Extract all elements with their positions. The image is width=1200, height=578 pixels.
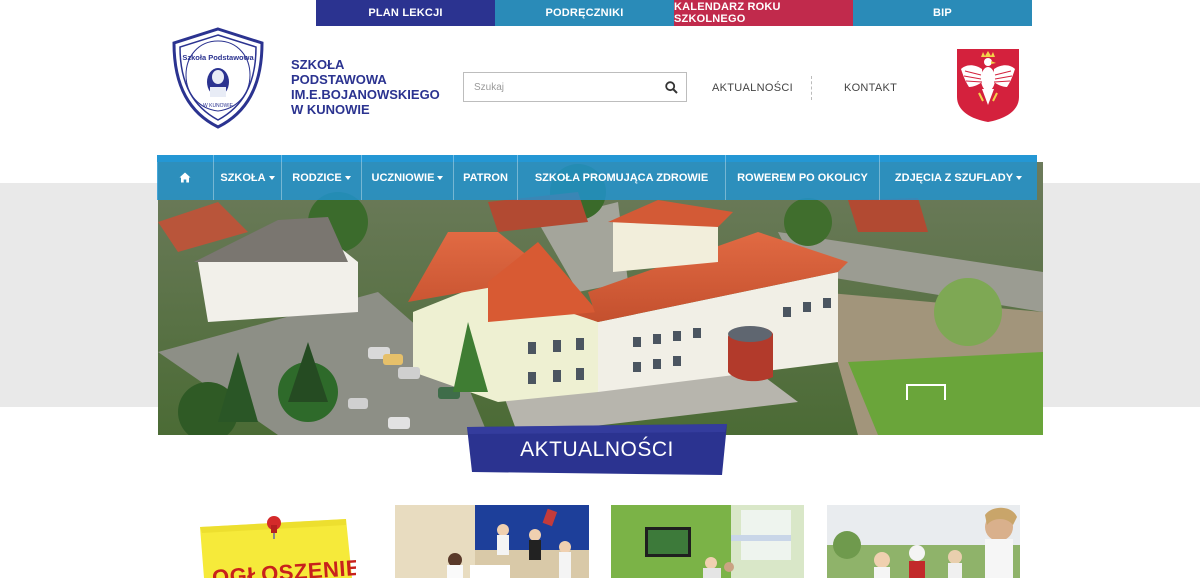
header-links: AKTUALNOŚCI KONTAKT [712,76,897,100]
search-button[interactable] [656,73,686,101]
nav-patron-label: PATRON [463,171,508,184]
news-thumbnail-4[interactable] [827,505,1020,578]
polish-eagle-emblem [957,49,1019,122]
plan-lekcji-link[interactable]: PLAN LEKCJI [316,0,495,26]
search-box [463,72,687,102]
search-input[interactable] [464,73,656,101]
nav-home[interactable] [157,155,214,200]
school-logo[interactable]: Szkoła Podstawowa W KUNOWIE [170,27,266,129]
main-navigation: SZKOŁA RODZICE UCZNIOWIE PATRON SZKOŁA P… [157,155,1037,200]
podreczniki-link[interactable]: PODRĘCZNIKI [495,0,674,26]
logo-text-top: Szkoła Podstawowa [182,53,254,62]
school-name-line-3: IM.E.BOJANOWSKIEGO [291,87,440,102]
bip-link[interactable]: BIP [853,0,1032,26]
news-thumbnail-2[interactable] [395,505,589,578]
search-icon [664,80,678,94]
nav-uczniowie[interactable]: UCZNIOWIE [362,155,454,200]
nav-szkola[interactable]: SZKOŁA [214,155,282,200]
nav-rodzice-label: RODZICE [292,171,342,184]
nav-szkola-promujaca-zdrowie[interactable]: SZKOŁA PROMUJĄCA ZDROWIE [518,155,726,200]
nav-rodzice[interactable]: RODZICE [282,155,362,200]
nav-szkola-promujaca-zdrowie-label: SZKOŁA PROMUJĄCA ZDROWIE [534,171,709,184]
news-thumbnail-announcement[interactable]: OGŁOSZENIE [194,505,356,578]
school-name-line-2: PODSTAWOWA [291,72,387,87]
hero-school-photo [158,162,1043,435]
chevron-down-icon [344,175,351,180]
nav-rowerem-po-okolicy-label: ROWEREM PO OKOLICY [737,171,868,184]
nav-patron[interactable]: PATRON [454,155,518,200]
chevron-down-icon [437,175,444,180]
home-icon [179,172,191,183]
kontakt-link[interactable]: KONTAKT [844,82,897,94]
section-title: AKTUALNOŚCI [520,438,674,461]
page: PLAN LEKCJI PODRĘCZNIKI KALENDARZ ROKU S… [0,0,1200,578]
header-link-divider [810,76,812,100]
news-photo-stage [395,505,589,578]
kalendarz-link[interactable]: KALENDARZ ROKU SZKOLNEGO [674,0,853,26]
chevron-down-icon [1016,175,1023,180]
nav-rowerem-po-okolicy[interactable]: ROWEREM PO OKOLICY [726,155,880,200]
chevron-down-icon [268,175,275,180]
nav-uczniowie-label: UCZNIOWIE [371,171,435,184]
news-photo-classroom [611,505,804,578]
nav-zdjecia-z-szuflady-label: ZDJĘCIA Z SZUFLADY [894,171,1014,184]
school-name[interactable]: SZKOŁA PODSTAWOWA IM.E.BOJANOWSKIEGO W K… [291,57,461,117]
nav-zdjecia-z-szuflady[interactable]: ZDJĘCIA Z SZUFLADY [880,155,1037,200]
school-name-line-4: W KUNOWIE [291,102,370,117]
top-quick-links: PLAN LEKCJI PODRĘCZNIKI KALENDARZ ROKU S… [316,0,1032,26]
aktualnosci-link[interactable]: AKTUALNOŚCI [712,82,793,94]
logo-text-bottom: W KUNOWIE [203,103,234,109]
news-photo-outdoor [827,505,1020,578]
school-name-line-1: SZKOŁA [291,57,345,72]
nav-szkola-label: SZKOŁA [220,171,266,184]
news-thumbnail-3[interactable] [611,505,804,578]
